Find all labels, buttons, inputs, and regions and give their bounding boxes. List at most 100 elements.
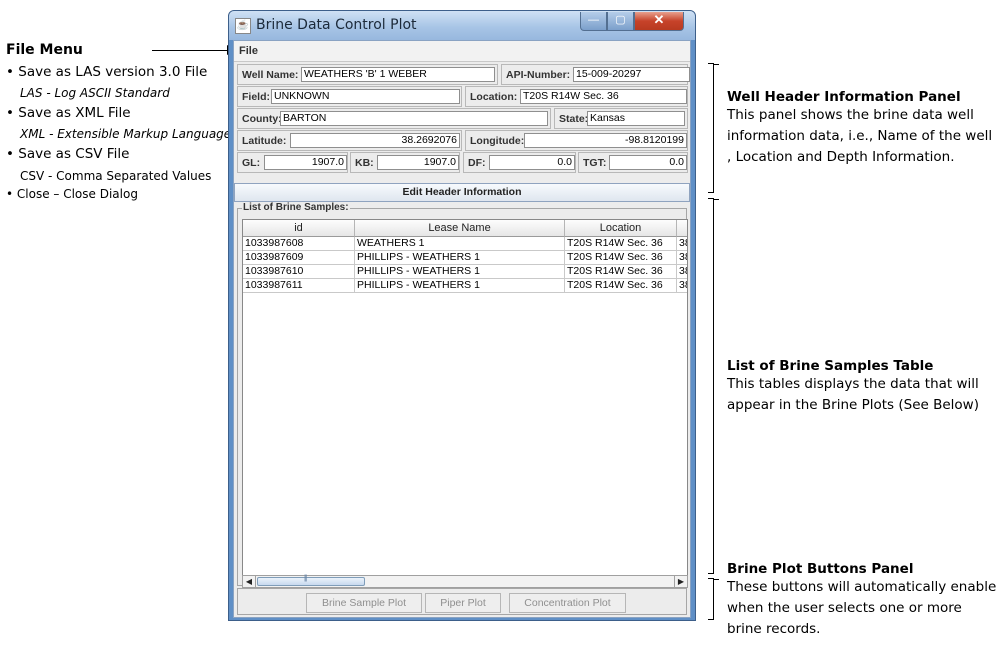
annotation-item-close: • Close – Close Dialog (6, 187, 138, 201)
annotation-desc-csv: CSV - Comma Separated Values (20, 169, 212, 183)
tgt-field[interactable]: 0.0 (609, 155, 687, 170)
horizontal-scrollbar[interactable]: ◀ ▶ (242, 575, 688, 588)
tgt-cell: TGT: 0.0 (578, 152, 688, 173)
brine-sample-plot-button[interactable]: Brine Sample Plot (306, 593, 422, 613)
state-cell: State: Kansas (554, 108, 688, 129)
well-name-field[interactable]: WEATHERS 'B' 1 WEBER (301, 67, 495, 82)
buttons-panel-brace (708, 578, 719, 620)
tgt-label: TGT: (583, 157, 607, 169)
menu-bar: File (234, 41, 690, 62)
latitude-field[interactable]: 38.2692076 (290, 133, 460, 148)
cell-latitude: 38 (677, 237, 687, 250)
field-cell: Field: UNKNOWN (237, 86, 462, 107)
header-panel-annotation-title: Well Header Information Panel (727, 89, 961, 105)
df-cell: DF: 0.0 (463, 152, 576, 173)
edit-header-button[interactable]: Edit Header Information (234, 183, 690, 202)
column-header-id[interactable]: id (243, 220, 355, 237)
cell-latitude: 38 (677, 265, 687, 278)
column-header-latitude[interactable] (677, 220, 687, 237)
kb-label: KB: (355, 157, 374, 169)
state-field[interactable]: Kansas (587, 111, 685, 126)
scroll-thumb[interactable] (257, 575, 365, 586)
kb-cell: KB: 1907.0 (350, 152, 460, 173)
annotation-item-las: • Save as LAS version 3.0 File (6, 64, 208, 80)
header-row-county: County: BARTON State: Kansas (237, 108, 688, 129)
df-field[interactable]: 0.0 (489, 155, 575, 170)
kb-field[interactable]: 1907.0 (377, 155, 459, 170)
field-field[interactable]: UNKNOWN (271, 89, 460, 104)
column-header-location[interactable]: Location (565, 220, 677, 237)
field-label: Field: (242, 91, 270, 103)
cell-location: T20S R14W Sec. 36 (565, 279, 677, 292)
cell-latitude: 38 (677, 251, 687, 264)
cell-id: 1033987610 (243, 265, 355, 278)
cell-lease-name: PHILLIPS - WEATHERS 1 (355, 279, 565, 292)
java-cup-icon: ☕ (235, 18, 251, 34)
buttons-panel-annotation-text: These buttons will automatically enable … (727, 579, 997, 637)
cell-id: 1033987608 (243, 237, 355, 250)
location-field[interactable]: T20S R14W Sec. 36 (520, 89, 687, 104)
file-menu-arrow (152, 45, 236, 55)
header-row-coordinates: Latitude: 38.2692076 Longitude: -98.8120… (237, 130, 688, 151)
cell-id: 1033987609 (243, 251, 355, 264)
samples-table-brace (708, 198, 719, 574)
table-row[interactable]: 1033987610 PHILLIPS - WEATHERS 1 T20S R1… (243, 265, 687, 279)
longitude-field[interactable]: -98.8120199 (524, 133, 687, 148)
samples-table-annotation-text: This tables displays the data that will … (727, 376, 979, 413)
file-menu-annotation-title: File Menu (6, 42, 83, 58)
annotation-item-xml: • Save as XML File (6, 105, 131, 121)
cell-lease-name: PHILLIPS - WEATHERS 1 (355, 265, 565, 278)
brine-plot-buttons-panel: Brine Sample Plot Piper Plot Concentrati… (237, 588, 687, 615)
samples-table-annotation: List of Brine Samples Table This tables … (727, 358, 997, 416)
well-name-cell: Well Name: WEATHERS 'B' 1 WEBER (237, 64, 498, 85)
window-title: Brine Data Control Plot (256, 17, 417, 33)
county-field[interactable]: BARTON (280, 111, 548, 126)
table-row[interactable]: 1033987609 PHILLIPS - WEATHERS 1 T20S R1… (243, 251, 687, 265)
header-panel-annotation-text: This panel shows the brine data well inf… (727, 107, 993, 165)
menu-file[interactable]: File (239, 45, 258, 57)
latitude-cell: Latitude: 38.2692076 (237, 130, 462, 151)
minimize-button[interactable]: — (580, 12, 607, 31)
annotation-desc-las: LAS - Log ASCII Standard (20, 86, 170, 100)
cell-lease-name: WEATHERS 1 (355, 237, 565, 250)
table-row[interactable]: 1033987608 WEATHERS 1 T20S R14W Sec. 36 … (243, 237, 687, 251)
piper-plot-button[interactable]: Piper Plot (425, 593, 501, 613)
brine-data-window: ☕ Brine Data Control Plot — ▢ ✕ File Wel… (228, 10, 696, 621)
annotation-item-csv: • Save as CSV File (6, 146, 130, 162)
scroll-left-icon[interactable]: ◀ (243, 576, 256, 587)
header-row-field: Field: UNKNOWN Location: T20S R14W Sec. … (237, 86, 688, 107)
brine-samples-panel: List of Brine Samples: id Lease Name Loc… (237, 202, 688, 588)
maximize-button[interactable]: ▢ (607, 12, 634, 31)
gl-cell: GL: 1907.0 (237, 152, 348, 173)
api-number-field[interactable]: 15-009-20297 (573, 67, 690, 82)
cell-location: T20S R14W Sec. 36 (565, 237, 677, 250)
header-row-depths: GL: 1907.0 KB: 1907.0 DF: 0.0 TGT: 0.0 (237, 152, 688, 173)
samples-table-annotation-title: List of Brine Samples Table (727, 358, 934, 374)
window-client-area: File Well Name: WEATHERS 'B' 1 WEBER API… (233, 40, 691, 618)
longitude-cell: Longitude: -98.8120199 (465, 130, 688, 151)
concentration-plot-button[interactable]: Concentration Plot (509, 593, 626, 613)
well-name-label: Well Name: (242, 69, 299, 81)
close-button[interactable]: ✕ (634, 12, 684, 31)
cell-location: T20S R14W Sec. 36 (565, 265, 677, 278)
cell-location: T20S R14W Sec. 36 (565, 251, 677, 264)
table-row[interactable]: 1033987611 PHILLIPS - WEATHERS 1 T20S R1… (243, 279, 687, 293)
title-bar[interactable]: ☕ Brine Data Control Plot — ▢ ✕ (229, 11, 695, 40)
cell-id: 1033987611 (243, 279, 355, 292)
gl-label: GL: (242, 157, 261, 169)
longitude-label: Longitude: (470, 135, 525, 147)
annotation-desc-xml: XML - Extensible Markup Language (20, 127, 232, 141)
gl-field[interactable]: 1907.0 (264, 155, 347, 170)
column-header-lease-name[interactable]: Lease Name (355, 220, 565, 237)
latitude-label: Latitude: (242, 135, 287, 147)
header-panel-brace (708, 63, 719, 193)
cell-latitude: 38 (677, 279, 687, 292)
api-number-label: API-Number: (506, 69, 571, 81)
df-label: DF: (468, 157, 486, 169)
location-cell: Location: T20S R14W Sec. 36 (465, 86, 688, 107)
county-cell: County: BARTON (237, 108, 551, 129)
scroll-right-icon[interactable]: ▶ (674, 576, 687, 587)
buttons-panel-annotation: Brine Plot Buttons Panel These buttons w… (727, 561, 997, 640)
samples-legend: List of Brine Samples: (242, 202, 350, 213)
header-panel-annotation: Well Header Information Panel This panel… (727, 89, 997, 168)
